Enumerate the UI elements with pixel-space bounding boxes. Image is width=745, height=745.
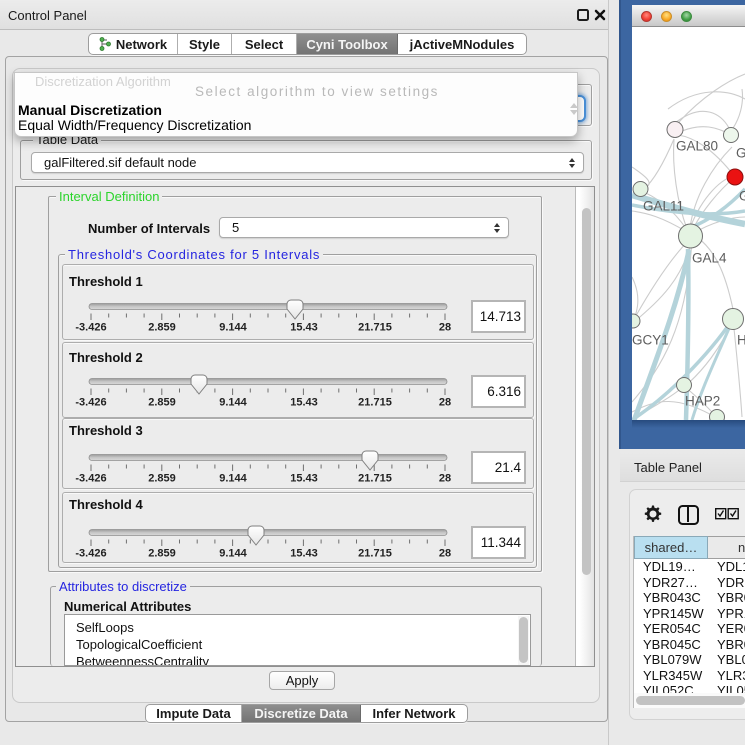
svg-text:-3.426: -3.426	[75, 473, 106, 485]
svg-text:15.43: 15.43	[290, 473, 318, 485]
svg-text:21.715: 21.715	[358, 547, 392, 559]
svg-text:2.859: 2.859	[148, 397, 176, 409]
svg-text:21.715: 21.715	[358, 321, 392, 333]
svg-text:28: 28	[439, 547, 451, 559]
svg-text:GCY1: GCY1	[632, 333, 669, 348]
svg-text:GAL11: GAL11	[643, 199, 684, 214]
svg-text:28: 28	[439, 321, 451, 333]
svg-text:2.859: 2.859	[148, 473, 176, 485]
svg-text:9.144: 9.144	[219, 547, 247, 559]
svg-text:21.715: 21.715	[358, 397, 392, 409]
svg-text:GAL80: GAL80	[676, 139, 718, 154]
svg-text:15.43: 15.43	[290, 397, 318, 409]
svg-text:GA: GA	[736, 146, 745, 161]
svg-text:G: G	[739, 189, 745, 204]
svg-text:15.43: 15.43	[290, 547, 318, 559]
svg-text:21.715: 21.715	[358, 473, 392, 485]
svg-text:28: 28	[439, 397, 451, 409]
svg-text:28: 28	[439, 473, 451, 485]
svg-text:-3.426: -3.426	[75, 547, 106, 559]
svg-text:-3.426: -3.426	[75, 321, 106, 333]
svg-text:2.859: 2.859	[148, 547, 176, 559]
svg-text:9.144: 9.144	[219, 473, 247, 485]
svg-text:15.43: 15.43	[290, 321, 318, 333]
svg-text:2.859: 2.859	[148, 321, 176, 333]
svg-text:9.144: 9.144	[219, 397, 247, 409]
svg-text:H: H	[737, 333, 745, 348]
svg-text:9.144: 9.144	[219, 321, 247, 333]
svg-text:GAL4: GAL4	[692, 251, 727, 266]
svg-text:-3.426: -3.426	[75, 397, 106, 409]
svg-text:HAP2: HAP2	[685, 394, 720, 409]
